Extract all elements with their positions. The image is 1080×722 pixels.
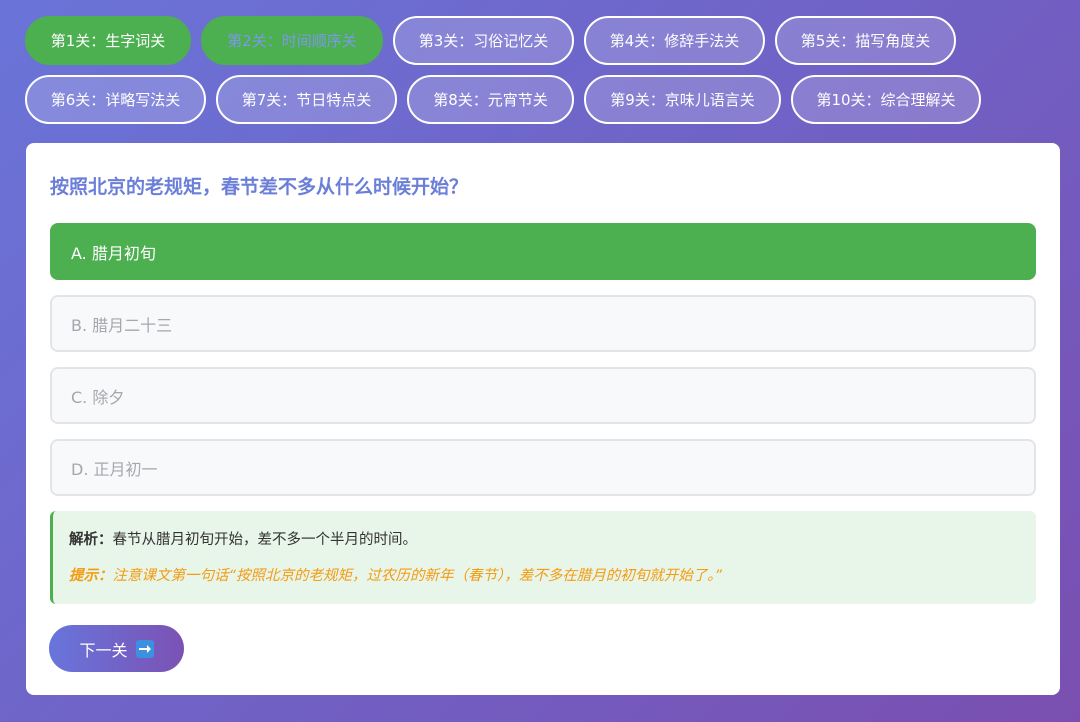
- level-button-3[interactable]: 第3关：习俗记忆关: [393, 16, 574, 65]
- level-button-8[interactable]: 第8关：元宵节关: [407, 75, 574, 124]
- option-a-label: A. 腊月初旬: [71, 243, 156, 263]
- hint-text: 注意课文第一句话“按照北京的老规矩，过农历的新年（春节），差不多在腊月的初旬就开…: [112, 568, 723, 584]
- level-button-7[interactable]: 第7关：节日特点关: [216, 75, 397, 124]
- answer-options: A. 腊月初旬 B. 腊月二十三 C. 除夕 D. 正月初一: [50, 223, 1036, 496]
- level-button-4[interactable]: 第4关：修辞手法关: [584, 16, 765, 65]
- hint-line: 提示：注意课文第一句话“按照北京的老规矩，过农历的新年（春节），差不多在腊月的初…: [69, 565, 1020, 587]
- option-d[interactable]: D. 正月初一: [50, 439, 1036, 496]
- option-b[interactable]: B. 腊月二十三: [50, 295, 1036, 352]
- question-text: 按照北京的老规矩，春节差不多从什么时候开始？: [50, 176, 469, 198]
- level-button-2[interactable]: 第2关：时间顺序关: [201, 16, 383, 65]
- explanation-label: 解析：: [69, 532, 113, 548]
- level-button-10[interactable]: 第10关：综合理解关: [791, 75, 981, 124]
- question-card: 按照北京的老规矩，春节差不多从什么时候开始？ A. 腊月初旬 B. 腊月二十三 …: [26, 143, 1060, 695]
- level-button-6[interactable]: 第6关：详略写法关: [25, 75, 206, 124]
- option-c[interactable]: C. 除夕: [50, 367, 1036, 424]
- option-c-label: C. 除夕: [71, 387, 125, 407]
- option-d-label: D. 正月初一: [71, 459, 158, 479]
- next-level-label: 下一关: [79, 640, 128, 660]
- explanation-line: 解析：春节从腊月初旬开始，差不多一个半月的时间。: [69, 529, 1020, 551]
- right-arrow-icon: [135, 639, 154, 658]
- explanation-box: 解析：春节从腊月初旬开始，差不多一个半月的时间。 提示：注意课文第一句话“按照北…: [50, 511, 1036, 604]
- level-selector: 第1关：生字词关 第2关：时间顺序关 第3关：习俗记忆关 第4关：修辞手法关 第…: [25, 16, 1065, 134]
- level-button-9[interactable]: 第9关：京味儿语言关: [584, 75, 781, 124]
- level-row-1: 第1关：生字词关 第2关：时间顺序关 第3关：习俗记忆关 第4关：修辞手法关 第…: [25, 16, 1065, 65]
- option-a[interactable]: A. 腊月初旬: [50, 223, 1036, 280]
- level-button-1[interactable]: 第1关：生字词关: [25, 16, 191, 65]
- option-b-label: B. 腊月二十三: [71, 315, 173, 335]
- explanation-text: 春节从腊月初旬开始，差不多一个半月的时间。: [112, 532, 418, 548]
- hint-label: 提示：: [69, 568, 113, 584]
- level-button-5[interactable]: 第5关：描写角度关: [775, 16, 956, 65]
- level-row-2: 第6关：详略写法关 第7关：节日特点关 第8关：元宵节关 第9关：京味儿语言关 …: [25, 75, 1065, 124]
- next-level-button[interactable]: 下一关: [49, 625, 184, 672]
